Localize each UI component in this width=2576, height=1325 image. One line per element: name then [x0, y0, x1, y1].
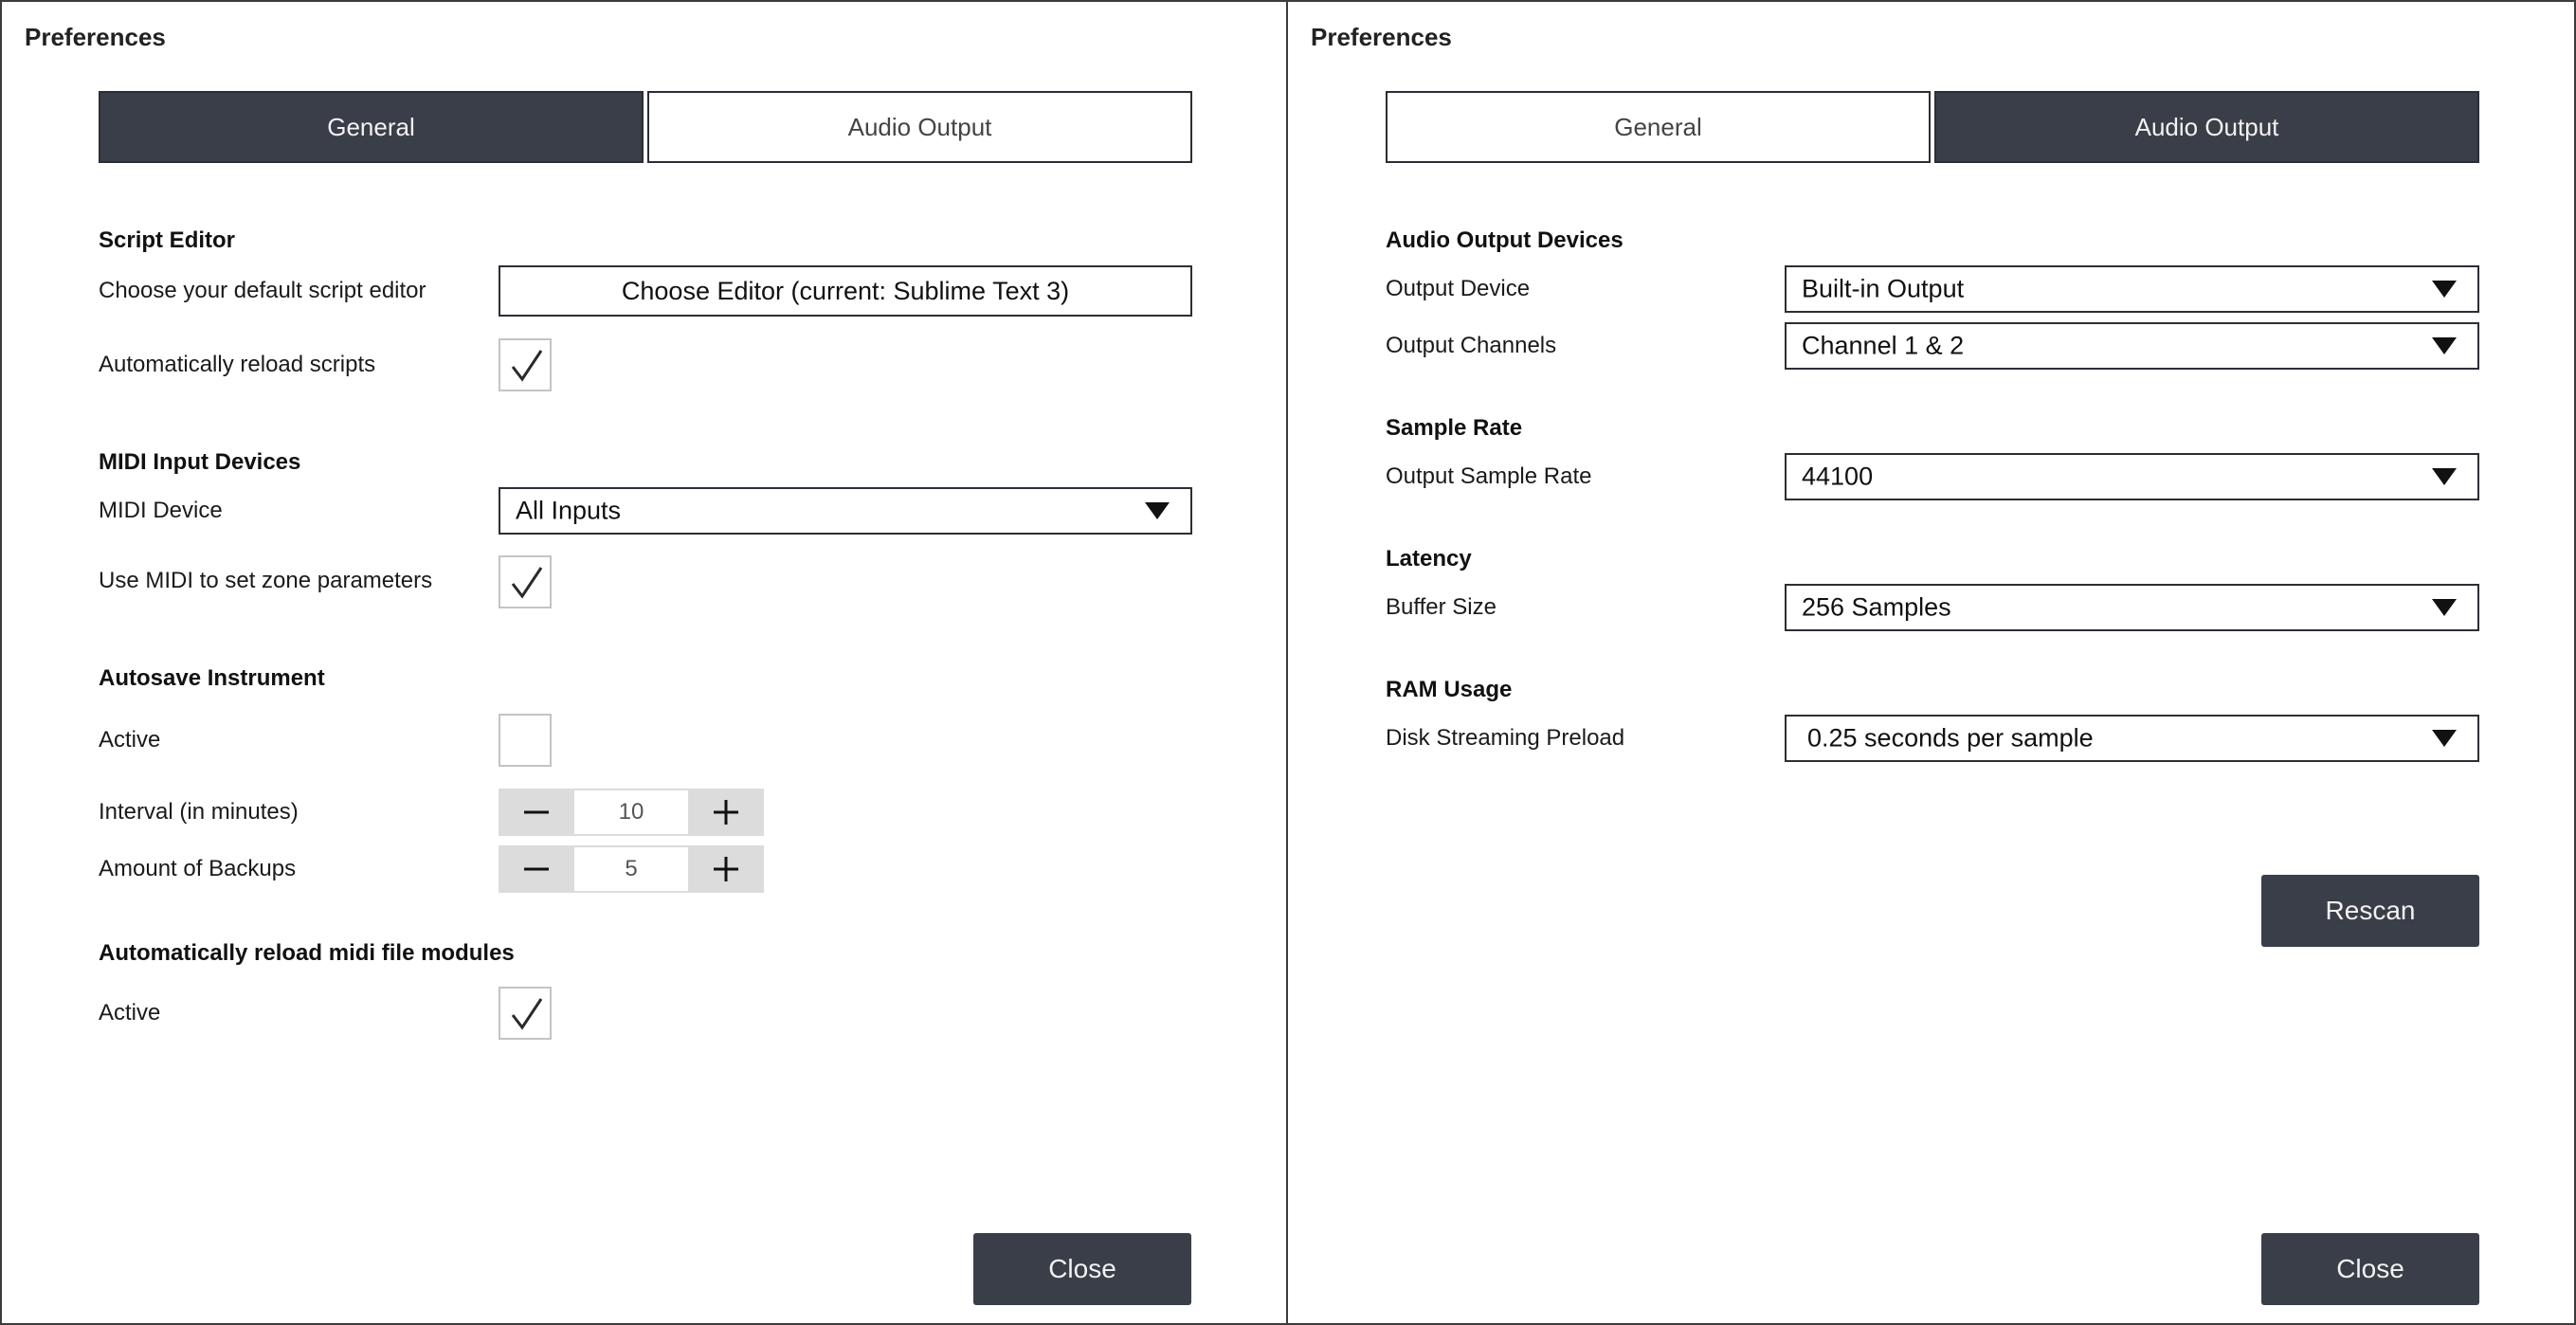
dropdown-value: All Inputs	[516, 496, 622, 525]
interval-stepper: 10	[499, 789, 764, 836]
output-channels-dropdown[interactable]: Channel 1 & 2	[1785, 322, 2479, 370]
midi-reload-active-checkbox[interactable]	[499, 987, 552, 1040]
dropdown-arrow-icon	[2432, 599, 2457, 616]
window-title: Preferences	[25, 23, 166, 51]
tab-audio-output[interactable]: Audio Output	[1934, 91, 2479, 163]
backups-label: Amount of Backups	[99, 856, 297, 881]
output-sample-rate-dropdown[interactable]: 44100	[1785, 453, 2479, 500]
auto-reload-scripts-checkbox[interactable]	[499, 338, 552, 391]
dropdown-value: 44100	[1802, 462, 1874, 491]
dropdown-arrow-icon	[2432, 468, 2457, 485]
section-heading-audio-output-devices: Audio Output Devices	[1386, 227, 1624, 253]
midi-device-label: MIDI Device	[99, 498, 223, 523]
backups-stepper: 5	[499, 845, 764, 893]
tab-bar: General Audio Output	[99, 91, 1192, 163]
dropdown-arrow-icon	[2432, 337, 2457, 354]
dropdown-arrow-icon	[2432, 281, 2457, 298]
tab-audio-output[interactable]: Audio Output	[647, 91, 1192, 163]
plus-icon	[714, 800, 738, 825]
minus-icon	[524, 810, 549, 814]
interval-increment-button[interactable]	[688, 789, 764, 836]
section-heading-sample-rate: Sample Rate	[1386, 415, 1523, 441]
plus-icon	[714, 857, 738, 881]
default-editor-label: Choose your default script editor	[99, 278, 426, 303]
window-title: Preferences	[1311, 23, 1452, 51]
dropdown-value: Built-in Output	[1802, 274, 1965, 303]
disk-streaming-preload-label: Disk Streaming Preload	[1386, 725, 1625, 751]
section-heading-script-editor: Script Editor	[99, 227, 236, 253]
disk-streaming-preload-dropdown[interactable]: 0.25 seconds per sample	[1785, 715, 2479, 762]
midi-zone-params-checkbox[interactable]	[499, 555, 552, 608]
interval-decrement-button[interactable]	[499, 789, 574, 836]
checkmark-icon	[511, 350, 543, 382]
rescan-button[interactable]: Rescan	[2261, 875, 2479, 947]
autosave-active-checkbox[interactable]	[499, 714, 552, 767]
dropdown-value: Channel 1 & 2	[1802, 331, 1965, 360]
tab-bar: General Audio Output	[1386, 91, 2479, 163]
dropdown-value: 256 Samples	[1802, 592, 1951, 622]
output-device-dropdown[interactable]: Built-in Output	[1785, 265, 2479, 313]
output-sample-rate-label: Output Sample Rate	[1386, 463, 1592, 489]
interval-value[interactable]: 10	[574, 789, 688, 836]
close-button[interactable]: Close	[2261, 1233, 2479, 1305]
backups-value[interactable]: 5	[574, 845, 688, 893]
interval-label: Interval (in minutes)	[99, 799, 299, 825]
close-button[interactable]: Close	[973, 1233, 1191, 1305]
buffer-size-dropdown[interactable]: 256 Samples	[1785, 584, 2479, 631]
backups-increment-button[interactable]	[688, 845, 764, 893]
dropdown-arrow-icon	[1145, 502, 1170, 519]
section-heading-latency: Latency	[1386, 546, 1472, 572]
midi-device-dropdown[interactable]: All Inputs	[499, 487, 1192, 535]
autosave-active-label: Active	[99, 727, 161, 753]
dropdown-arrow-icon	[2432, 730, 2457, 747]
section-heading-ram-usage: RAM Usage	[1386, 677, 1513, 702]
choose-editor-button[interactable]: Choose Editor (current: Sublime Text 3)	[499, 265, 1192, 317]
dropdown-value: 0.25 seconds per sample	[1807, 723, 2094, 753]
section-heading-autosave: Autosave Instrument	[99, 665, 325, 691]
output-device-label: Output Device	[1386, 276, 1531, 301]
minus-icon	[524, 867, 549, 871]
preferences-window-general: Preferences General Audio Output Script …	[0, 0, 1288, 1325]
output-channels-label: Output Channels	[1386, 333, 1557, 358]
midi-zone-params-label: Use MIDI to set zone parameters	[99, 568, 433, 593]
tab-general[interactable]: General	[1386, 91, 1931, 163]
preferences-window-audio-output: Preferences General Audio Output Audio O…	[1286, 0, 2576, 1325]
section-heading-midi-reload: Automatically reload midi file modules	[99, 940, 515, 966]
backups-decrement-button[interactable]	[499, 845, 574, 893]
midi-reload-active-label: Active	[99, 1000, 161, 1026]
checkmark-icon	[511, 567, 543, 599]
buffer-size-label: Buffer Size	[1386, 594, 1497, 620]
tab-general[interactable]: General	[99, 91, 644, 163]
auto-reload-scripts-label: Automatically reload scripts	[99, 352, 376, 377]
checkmark-icon	[511, 998, 543, 1030]
section-heading-midi-input: MIDI Input Devices	[99, 449, 301, 475]
